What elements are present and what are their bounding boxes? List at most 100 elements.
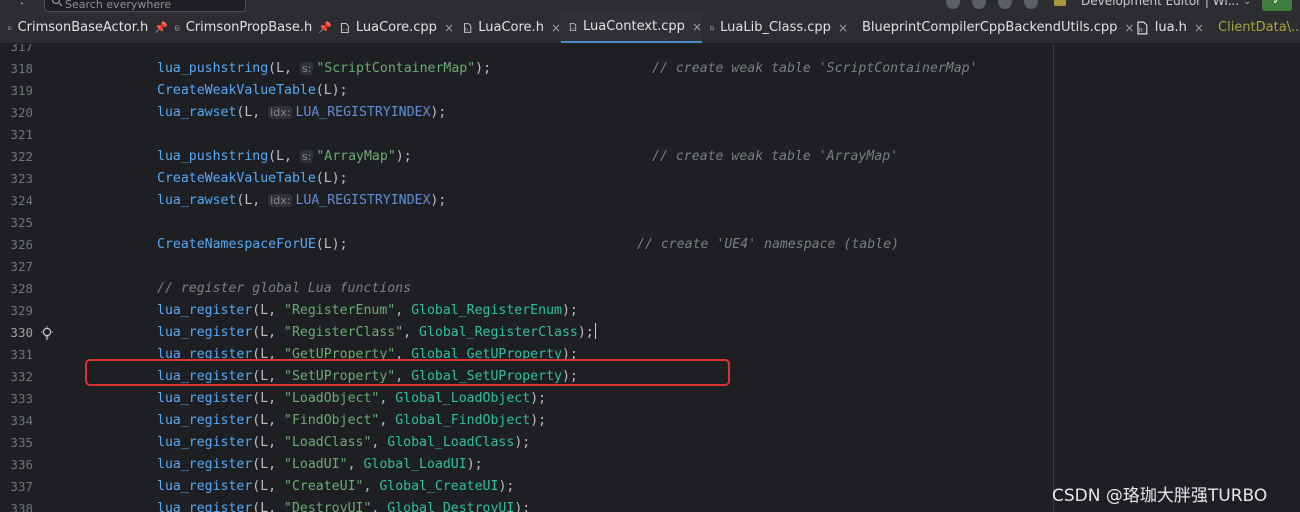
function-name: lua_register xyxy=(157,413,253,428)
line-number: 318 xyxy=(10,61,33,76)
code-line[interactable]: 324 lua_rawset(L, idx: LUA_REGISTRYINDEX); xyxy=(0,190,1300,212)
code-content: // register global Lua functions xyxy=(157,278,411,300)
statement-end: ); xyxy=(430,105,447,120)
trailing-comment: // create weak table 'ScriptContainerMap… xyxy=(652,61,978,76)
code-line[interactable]: 322 lua_pushstring(L, s: "ArrayMap"); // cr… xyxy=(0,146,1300,168)
tab-luacontext-cpp[interactable]: ++ LuaContext.cpp × xyxy=(561,12,702,43)
main-menu-button[interactable]: ⋮ xyxy=(15,0,29,9)
run-config-label: Development Editor | Wi... xyxy=(1081,0,1240,8)
toolbar-action-icon[interactable] xyxy=(946,0,960,9)
cpp-header-file-icon: h xyxy=(175,25,180,30)
global-function-ref: Global_RegisterEnum xyxy=(411,303,562,318)
code-content: lua_register(L, "LoadObject", Global_Loa… xyxy=(157,388,546,410)
settings-icon[interactable] xyxy=(1024,0,1038,9)
arguments: (L, xyxy=(252,413,285,428)
close-icon[interactable]: × xyxy=(551,21,561,35)
function-name: lua_register xyxy=(157,391,253,406)
string-literal: "CreateUI" xyxy=(284,479,364,494)
separator: , xyxy=(347,457,364,472)
run-button[interactable]: ✓ xyxy=(1262,0,1292,11)
code-line[interactable]: 333 lua_register(L, "LoadObject", Global_… xyxy=(0,388,1300,410)
cpp-file-icon: ++ xyxy=(710,25,714,30)
function-name: lua_rawset xyxy=(157,105,237,120)
code-content: lua_pushstring(L, s: "ArrayMap"); xyxy=(157,146,412,168)
parameter-hint: idx: xyxy=(268,194,293,207)
string-literal: "DestroyUI" xyxy=(284,501,372,512)
arguments: (L); xyxy=(315,171,348,186)
separator: , xyxy=(379,391,396,406)
statement-end: ); xyxy=(530,391,547,406)
tab-label: LuaContext.cpp xyxy=(583,19,685,34)
line-number: 334 xyxy=(10,413,33,428)
code-content: lua_pushstring(L, s: "ScriptContainerMap"… xyxy=(157,58,491,80)
tab-crimson-base-actor[interactable]: h CrimsonBaseActor.h 📌 xyxy=(0,12,168,43)
separator: , xyxy=(379,413,396,428)
trailing-comment: // create 'UE4' namespace (table) xyxy=(637,237,900,252)
code-line[interactable]: 334 lua_register(L, "FindObject", Global_… xyxy=(0,410,1300,432)
function-name: CreateWeakValueTable xyxy=(157,83,316,98)
code-line[interactable]: 336 lua_register(L, "LoadUI", Global_Load… xyxy=(0,454,1300,476)
code-line[interactable]: 326 CreateNamespaceForUE(L); // create 'UE… xyxy=(0,234,1300,256)
tab-luacore-h[interactable]: h LuaCore.h × xyxy=(455,12,561,43)
code-line[interactable]: 327 xyxy=(0,256,1300,278)
lightbulb-icon[interactable] xyxy=(40,326,54,340)
line-number: 330 xyxy=(10,325,33,340)
pin-icon[interactable]: 📌 xyxy=(318,21,332,34)
close-icon[interactable]: × xyxy=(692,20,702,34)
code-content: lua_rawset(L, idx: LUA_REGISTRYINDEX); xyxy=(157,102,446,124)
debug-icon[interactable] xyxy=(972,0,986,9)
code-line[interactable]: 328 // register global Lua functions xyxy=(0,278,1300,300)
global-function-ref: Global_FindObject xyxy=(395,413,531,428)
string-literal: "RegisterEnum" xyxy=(284,303,396,318)
run-configuration-selector[interactable]: Development Editor | Wi... ⌄ xyxy=(1053,0,1252,11)
close-icon[interactable]: × xyxy=(444,21,454,35)
code-line[interactable]: 317 xyxy=(0,44,1300,58)
arguments: (L, xyxy=(252,391,285,406)
code-line[interactable]: 330 lua_register(L, "RegisterClass", Glob… xyxy=(0,322,1300,344)
parameter-hint: s: xyxy=(299,62,314,75)
svg-text:h: h xyxy=(465,26,468,32)
tab-crimson-prop-base[interactable]: h CrimsonPropBase.h 📌 xyxy=(167,12,332,43)
function-name: lua_register xyxy=(157,303,253,318)
code-editor[interactable]: 317 318 lua_pushstring(L, s: "ScriptContain… xyxy=(0,44,1300,512)
tab-label: LuaLib_Class.cpp xyxy=(720,20,831,35)
code-line[interactable]: 329 lua_register(L, "RegisterEnum", Globa… xyxy=(0,300,1300,322)
tab-luacore-cpp[interactable]: ++ LuaCore.cpp × xyxy=(332,12,454,43)
code-line[interactable]: 321 xyxy=(0,124,1300,146)
string-literal: "LoadUI" xyxy=(284,457,348,472)
line-number: 338 xyxy=(10,501,33,512)
editor-tab-bar: h CrimsonBaseActor.h 📌 h CrimsonPropBase… xyxy=(0,12,1300,44)
code-line[interactable]: 335 lua_register(L, "LoadClass", Global_L… xyxy=(0,432,1300,454)
tab-lualib-class-cpp[interactable]: ++ LuaLib_Class.cpp × xyxy=(702,12,848,43)
code-line[interactable]: 323 CreateWeakValueTable(L); xyxy=(0,168,1300,190)
profile-icon[interactable] xyxy=(998,0,1012,9)
code-line[interactable]: 325 xyxy=(0,212,1300,234)
cpp-header-file-icon: h xyxy=(1137,21,1148,34)
arguments: (L, xyxy=(268,61,300,76)
separator: , xyxy=(363,479,380,494)
line-number: 331 xyxy=(10,347,33,362)
tab-client-data[interactable]: ClientData\... xyxy=(1204,12,1300,43)
tab-blueprint-compiler-utils[interactable]: ++ BlueprintCompilerCppBackendUtils.cpp … xyxy=(848,12,1134,43)
close-icon[interactable]: × xyxy=(1194,21,1204,35)
line-number: 328 xyxy=(10,281,33,296)
statement-end: ); xyxy=(475,61,492,76)
close-icon[interactable]: × xyxy=(838,21,848,35)
code-content: lua_register(L, "LoadClass", Global_Load… xyxy=(157,432,530,454)
arguments: (L, xyxy=(252,479,285,494)
line-number: 329 xyxy=(10,303,33,318)
line-number: 335 xyxy=(10,435,33,450)
statement-end: ); xyxy=(561,303,578,318)
tab-lua-h[interactable]: h lua.h × xyxy=(1128,12,1204,43)
code-line[interactable]: 318 lua_pushstring(L, s: "ScriptContainerM… xyxy=(0,58,1300,80)
function-name: lua_register xyxy=(157,435,253,450)
pin-icon[interactable]: 📌 xyxy=(154,21,168,34)
code-line[interactable]: 320 lua_rawset(L, idx: LUA_REGISTRYINDEX); xyxy=(0,102,1300,124)
search-everywhere-field[interactable]: Search everywhere xyxy=(44,0,246,12)
function-name: CreateNamespaceForUE xyxy=(157,237,316,252)
arguments: (L, xyxy=(252,303,285,318)
separator: , xyxy=(403,325,420,340)
string-literal: "RegisterClass" xyxy=(284,325,404,340)
function-name: lua_pushstring xyxy=(157,61,269,76)
code-line[interactable]: 319 CreateWeakValueTable(L); xyxy=(0,80,1300,102)
